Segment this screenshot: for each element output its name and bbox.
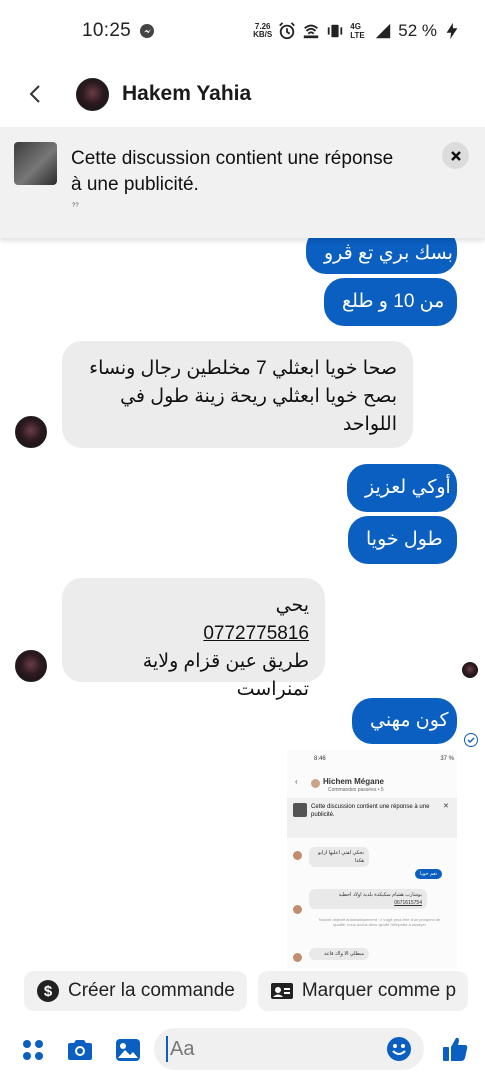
ad-banner-tiny: ?? [72,203,79,209]
status-bar: 10:25 7.26 KB/S 4G LTE 52 % [0,0,485,62]
charging-icon [446,22,458,40]
message-input-field[interactable] [154,1028,424,1070]
ad-reply-banner: Cette discussion contient une réponse à … [0,127,485,238]
incoming-message[interactable]: يحي 0772775816 طريق عين قزام ولاية تمنرا… [62,578,325,700]
battery-percent: 52 % [398,21,437,40]
sender-avatar[interactable] [15,650,47,682]
ad-thumbnail[interactable] [14,142,57,185]
back-button[interactable] [17,76,53,112]
shared-image-message[interactable]: 8:46 37 % ‹ Hichem Mégane Commandes pass… [287,750,457,968]
incoming-message[interactable]: صحا خويا ابعثلي 7 مخلطين رجال ونساء بصح … [62,341,413,448]
read-receipt-avatar [462,662,478,678]
vibrate-icon [328,24,343,38]
quick-actions-bar: $ Créer la commande Marquer comme p [0,968,485,1013]
smiley-icon [387,1037,411,1061]
messenger-notification-icon [140,24,155,38]
phone-number-link[interactable]: 0772775816 [78,620,309,648]
outgoing-message[interactable]: من 10 و طلع [324,278,457,326]
delivered-check-icon [464,733,478,747]
message-thread: بسك بري تع ڨرو من 10 و طلع صحا خويا ابعث… [0,238,485,968]
outgoing-message[interactable]: أوكي لعزيز [347,464,457,512]
contact-avatar[interactable] [76,77,109,111]
sender-avatar[interactable] [15,416,47,448]
outgoing-message[interactable]: طول خويا [348,516,457,564]
message-input[interactable] [170,1037,370,1061]
hotspot-icon [304,24,319,39]
create-order-button[interactable]: $ Créer la commande [24,970,247,1011]
thumbs-up-icon [443,1037,468,1061]
more-actions-button[interactable] [20,1037,46,1063]
status-time: 10:25 [82,20,132,41]
emoji-button[interactable] [386,1036,412,1062]
contact-name[interactable]: Hakem Yahia [122,82,251,106]
close-icon [450,150,461,161]
text-caret [166,1036,168,1062]
close-banner-button[interactable] [442,142,469,169]
gallery-button[interactable] [114,1036,142,1064]
camera-button[interactable] [65,1036,95,1064]
ad-banner-text: Cette discussion contient une réponse à … [71,148,394,195]
conversation-header: Hakem Yahia [0,62,485,126]
camera-icon [68,1040,92,1060]
chevron-left-icon [29,85,40,103]
network-type: 4G LTE [350,22,365,40]
image-icon [116,1039,140,1061]
svg-text:$: $ [44,983,53,1000]
outgoing-message[interactable]: بسك بري تع ڨرو [306,238,457,274]
four-dots-icon [23,1040,43,1060]
outgoing-message[interactable]: كون مهني [352,698,457,744]
like-button[interactable] [440,1034,470,1064]
contact-card-icon [270,979,294,1003]
alarm-icon [279,22,296,40]
dollar-icon: $ [36,979,60,1003]
signal-icon [376,23,391,39]
network-speed: 7.26 KB/S [253,22,273,39]
mark-as-button[interactable]: Marquer comme p [257,970,469,1011]
